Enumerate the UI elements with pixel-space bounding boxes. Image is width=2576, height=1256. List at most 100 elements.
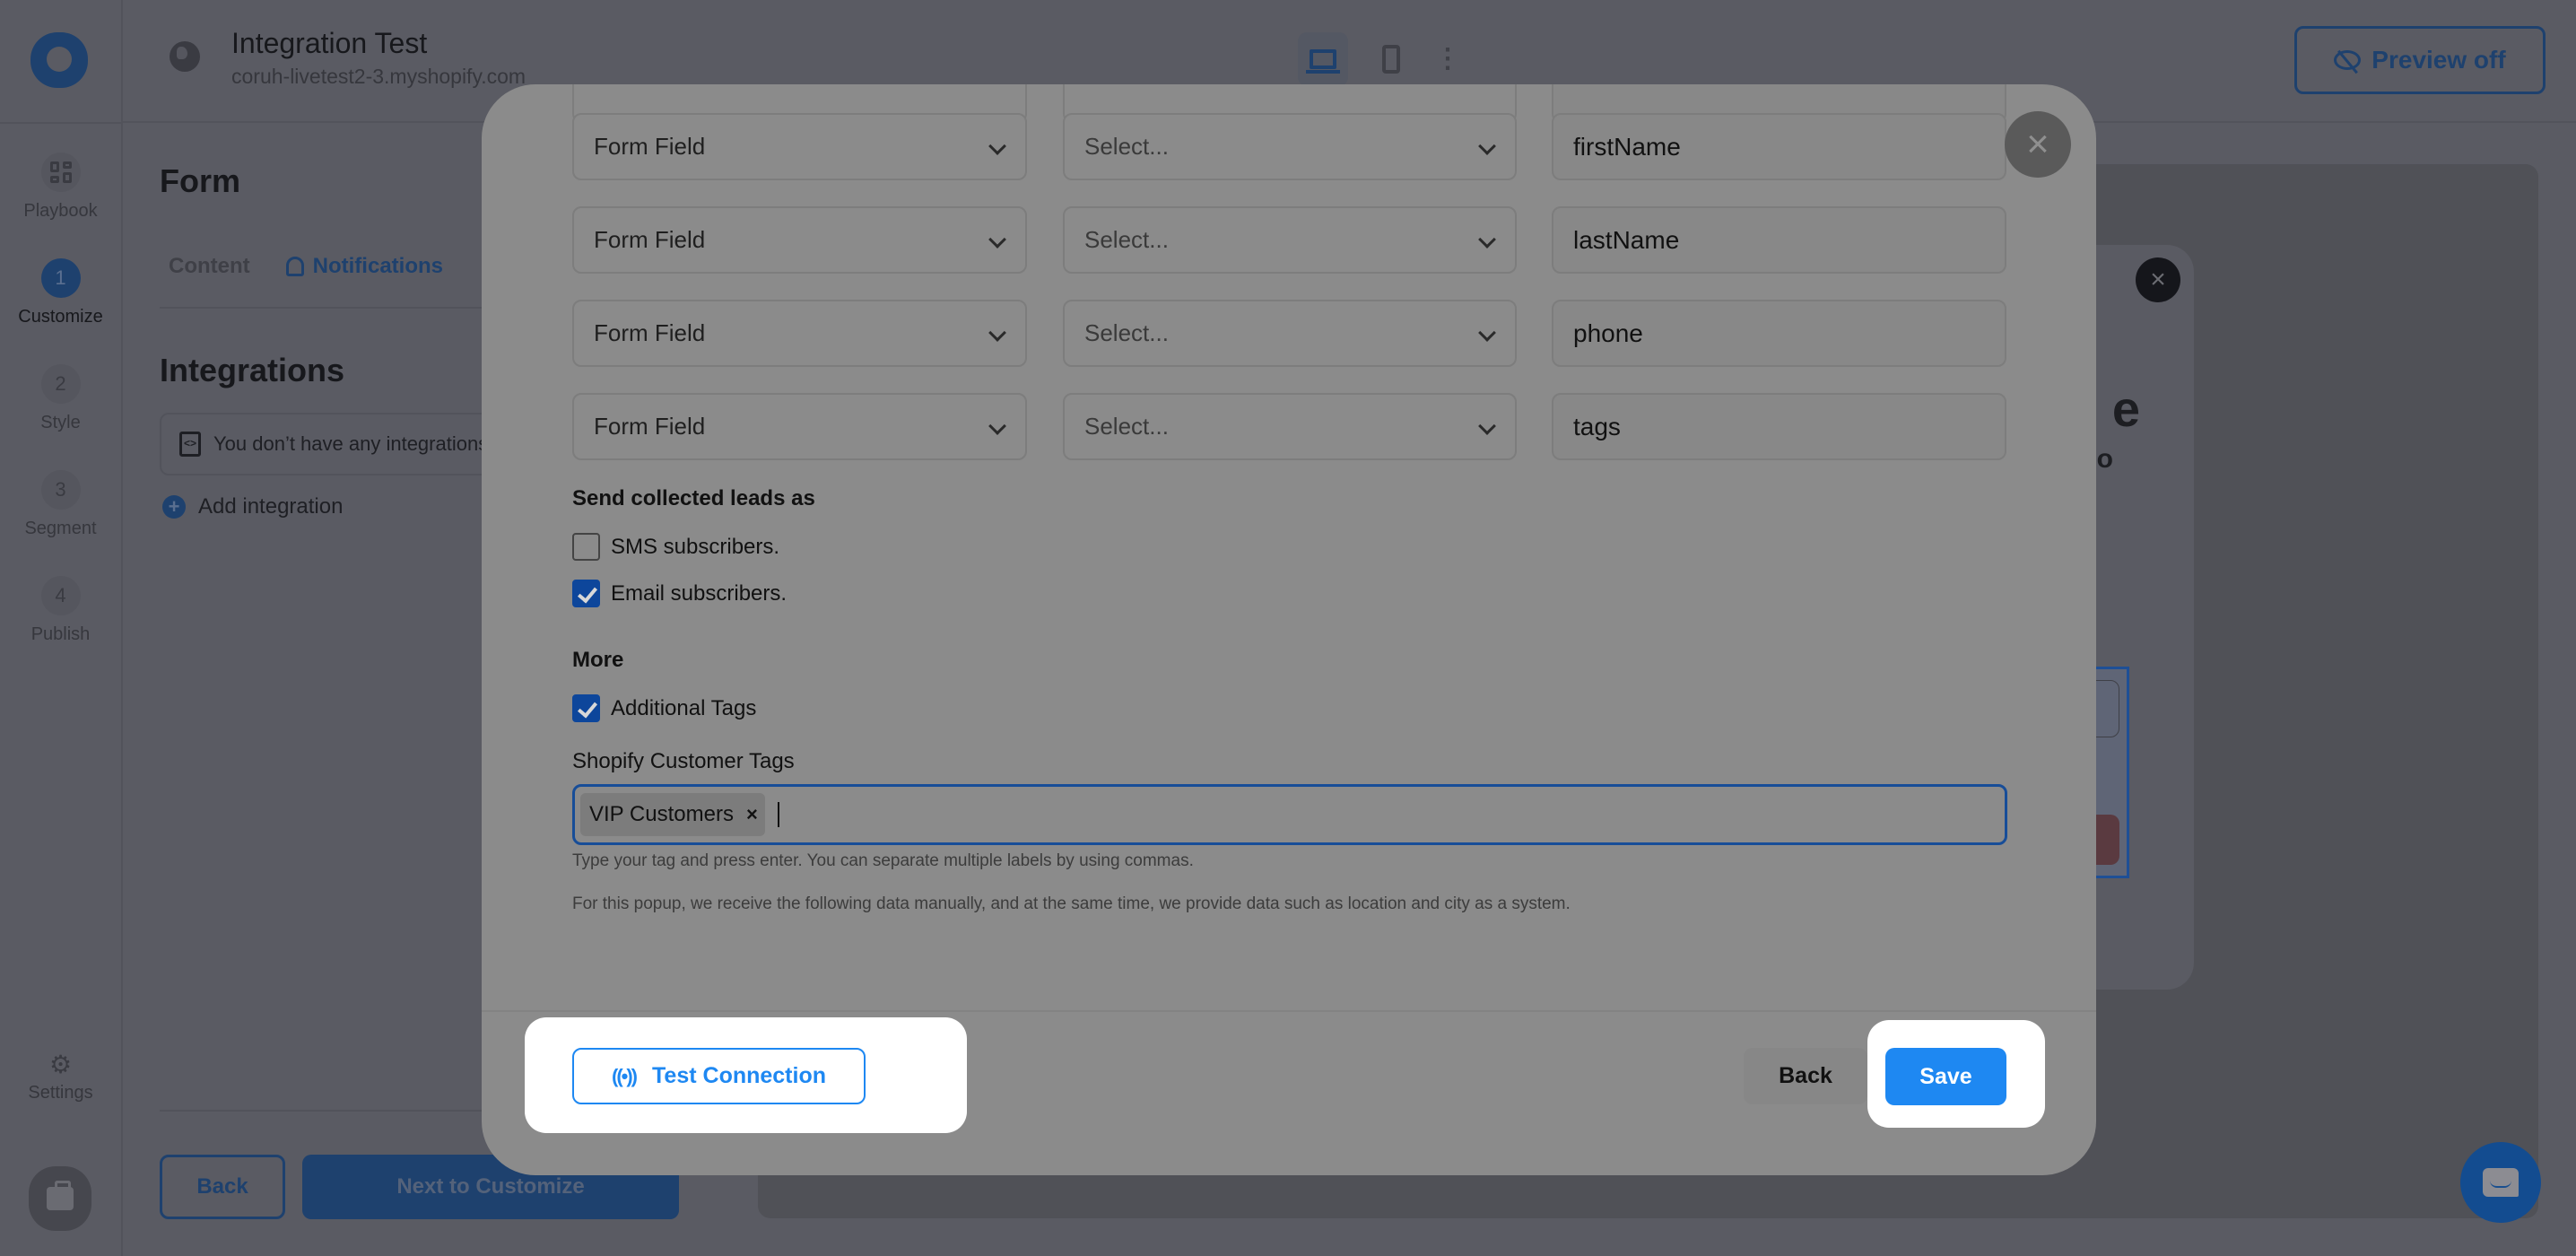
sms-checkbox[interactable] <box>572 533 600 561</box>
close-icon: × <box>2136 257 2180 302</box>
field-name-input[interactable]: firstName <box>1552 113 2006 180</box>
modal-back-button[interactable]: Back <box>1744 1048 1867 1104</box>
globe-icon <box>170 41 200 72</box>
test-connection-button[interactable]: ((•)) Test Connection <box>572 1048 866 1104</box>
tab-notifications[interactable]: Notifications <box>285 254 443 279</box>
sidebar-item-label: Segment <box>24 519 97 538</box>
sidebar-item-customize[interactable]: 1 Customize <box>0 258 121 327</box>
select-value: Form Field <box>594 226 706 253</box>
sidebar-item-label: Settings <box>28 1083 93 1103</box>
sms-subscribers-option[interactable]: SMS subscribers. <box>572 533 779 561</box>
source-select[interactable]: Form Field <box>572 300 1027 367</box>
tags-label: Shopify Customer Tags <box>572 749 795 773</box>
popup-heading-fragment: e <box>2111 380 2140 437</box>
kebab-icon: ⋮ <box>1434 44 1461 74</box>
shopify-tags-input[interactable]: VIP Customers × <box>572 784 2007 845</box>
modal-close-button[interactable]: × <box>2005 111 2071 178</box>
grid-icon <box>40 153 81 192</box>
chevron-down-icon <box>1478 137 1496 155</box>
select-placeholder: Select... <box>1084 133 1169 160</box>
tab-content[interactable]: Content <box>169 254 250 279</box>
laptop-icon <box>1306 49 1340 74</box>
app-logo[interactable] <box>30 32 88 88</box>
integration-modal: Form Field Select... firstName Form Fiel… <box>482 84 2096 1175</box>
field-name-input[interactable]: phone <box>1552 300 2006 367</box>
bell-icon <box>285 257 304 276</box>
chat-icon <box>2483 1168 2519 1197</box>
more-options-button[interactable]: ⋮ <box>1434 32 1461 86</box>
popup-subheading-fragment: o <box>2096 444 2113 474</box>
sidebar-item-segment[interactable]: 3 Segment <box>0 470 121 539</box>
info-text: For this popup, we receive the following… <box>572 894 1571 913</box>
target-select[interactable]: Select... <box>1063 113 1517 180</box>
email-checkbox[interactable] <box>572 580 600 607</box>
preview-toggle-button[interactable]: Preview off <box>2294 26 2546 94</box>
target-select[interactable]: Select... <box>1063 206 1517 274</box>
option-label: SMS subscribers. <box>611 534 780 559</box>
preview-label: Preview off <box>2371 46 2506 74</box>
option-label: Additional Tags <box>611 695 757 720</box>
chevron-down-icon <box>1478 231 1496 249</box>
more-title: More <box>572 648 624 672</box>
select-placeholder: Select... <box>1084 319 1169 346</box>
chat-support-button[interactable] <box>2460 1142 2541 1223</box>
select-value: Form Field <box>594 133 706 160</box>
select-placeholder: Select... <box>1084 226 1169 253</box>
select-placeholder: Select... <box>1084 413 1169 440</box>
briefcase-icon <box>47 1181 74 1210</box>
code-clipboard-icon: <> <box>179 432 201 457</box>
mobile-view-button[interactable] <box>1366 32 1416 86</box>
source-select[interactable]: Form Field <box>572 206 1027 274</box>
phone-icon <box>1382 45 1400 74</box>
store-url: coruh-livetest2-3.myshopify.com <box>231 65 527 88</box>
text-caret <box>777 802 779 827</box>
tags-hint: Type your tag and press enter. You can s… <box>572 851 1194 870</box>
divider <box>0 122 123 124</box>
target-select[interactable]: Select... <box>1063 300 1517 367</box>
select-value: Form Field <box>594 413 706 440</box>
source-select[interactable]: Form Field <box>572 393 1027 460</box>
step-badge: 4 <box>40 576 81 615</box>
email-subscribers-option[interactable]: Email subscribers. <box>572 580 787 607</box>
additional-tags-checkbox[interactable] <box>572 694 600 722</box>
desktop-view-button[interactable] <box>1298 32 1348 86</box>
sidebar-item-label: Playbook <box>23 201 98 221</box>
chevron-down-icon <box>988 417 1006 435</box>
sidebar-item-playbook[interactable]: Playbook <box>0 153 121 222</box>
device-switcher: ⋮ <box>1298 32 1461 86</box>
sidebar-item-style[interactable]: 2 Style <box>0 364 121 433</box>
panel-tabs: Content Notifications <box>169 254 443 279</box>
send-leads-title: Send collected leads as <box>572 486 815 510</box>
sidebar-item-label: Publish <box>30 624 91 644</box>
step-badge: 2 <box>40 364 81 404</box>
target-select[interactable]: Select... <box>1063 393 1517 460</box>
broadcast-signal-icon: ((•)) <box>612 1064 638 1087</box>
field-name-input[interactable]: lastName <box>1552 206 2006 274</box>
gear-icon: ⚙ <box>48 1051 73 1078</box>
chevron-down-icon <box>988 324 1006 342</box>
plus-icon: + <box>162 495 186 519</box>
tag-chip: VIP Customers × <box>580 793 765 836</box>
chevron-down-icon <box>988 137 1006 155</box>
sidebar-item-label: Style <box>40 413 81 432</box>
sidebar-item-label: Customize <box>18 307 103 327</box>
mapping-row: Form Field Select... firstName <box>572 113 2007 180</box>
chevron-down-icon <box>988 231 1006 249</box>
add-integration-label: Add integration <box>198 494 344 519</box>
panel-title: Form <box>160 162 240 199</box>
mapping-row: Form Field Select... tags <box>572 393 2007 460</box>
source-select[interactable]: Form Field <box>572 113 1027 180</box>
sidebar-item-publish[interactable]: 4 Publish <box>0 576 121 645</box>
remove-tag-icon[interactable]: × <box>746 803 758 826</box>
field-name-input[interactable]: tags <box>1552 393 2006 460</box>
briefcase-button[interactable] <box>29 1166 91 1231</box>
save-button[interactable]: Save <box>1885 1048 2006 1105</box>
chevron-down-icon <box>1478 417 1496 435</box>
additional-tags-option[interactable]: Additional Tags <box>572 694 756 722</box>
mapping-row: Form Field Select... phone <box>572 300 2007 367</box>
step-badge: 1 <box>40 258 81 298</box>
add-integration-button[interactable]: + Add integration <box>162 494 343 519</box>
sidebar-item-settings[interactable]: ⚙ Settings <box>0 1050 121 1103</box>
panel-back-button[interactable]: Back <box>160 1155 285 1219</box>
chevron-down-icon <box>1478 324 1496 342</box>
